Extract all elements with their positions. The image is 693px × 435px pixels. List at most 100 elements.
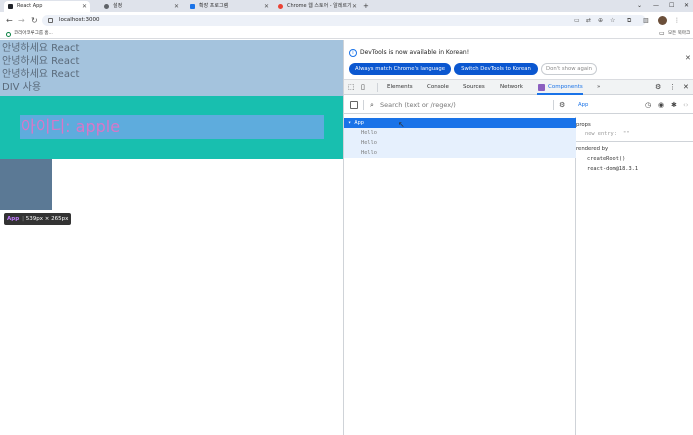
address-bar[interactable]: localhost:3000 bbox=[42, 15, 646, 26]
tab-react-app[interactable]: React App ✕ bbox=[4, 1, 90, 12]
all-bookmarks-link[interactable]: 모든 북마크 bbox=[668, 29, 690, 39]
component-details-panel: App ◷ ◉ ✱ ‹› props new entry: "" rendere… bbox=[576, 96, 693, 435]
props-heading: props bbox=[576, 122, 591, 128]
inspect-eye-icon[interactable]: ◉ bbox=[658, 96, 664, 114]
tab-title: 설정 bbox=[113, 3, 123, 9]
rendered-by-heading: rendered by bbox=[576, 146, 609, 152]
new-tab-button[interactable]: + bbox=[363, 0, 369, 12]
infobar-close-icon[interactable]: ✕ bbox=[685, 53, 691, 63]
folder-icon: ▭ bbox=[659, 30, 665, 37]
devtools-tab-bar: ⬚ ▯ Elements Console Sources Network Com… bbox=[344, 80, 693, 95]
bookmark-item[interactable]: 코리아코루그룹 홈... bbox=[14, 29, 53, 39]
tab-title: Chrome 웹 스토어 - 알레르기 bbox=[287, 3, 352, 9]
new-entry-key[interactable]: new entry: bbox=[585, 130, 617, 138]
divider bbox=[576, 141, 693, 142]
mouse-cursor-icon: ↖ bbox=[398, 120, 405, 129]
rendered-by-item: react-dom@18.3.1 bbox=[587, 166, 639, 172]
side-panel-icon[interactable]: ▥ bbox=[643, 15, 649, 26]
zoom-icon[interactable]: ⊕ bbox=[598, 15, 603, 26]
url-text: localhost:3000 bbox=[59, 17, 100, 23]
bug-icon[interactable]: ✱ bbox=[671, 96, 677, 114]
hello-text: 안녕하세요 React bbox=[2, 43, 80, 54]
more-tabs-icon[interactable]: » bbox=[597, 80, 600, 95]
hello-text: 안녕하세요 React bbox=[2, 56, 80, 67]
gear-icon bbox=[104, 4, 109, 9]
bookmarks-bar: 코리아코루그룹 홈... ▭ 모든 북마크 bbox=[0, 29, 693, 39]
minimize-icon[interactable]: — bbox=[653, 0, 659, 12]
view-source-icon[interactable]: ‹› bbox=[683, 96, 689, 114]
tab-sources[interactable]: Sources bbox=[463, 80, 485, 95]
avatar[interactable] bbox=[658, 16, 667, 25]
reload-icon[interactable]: ↻ bbox=[31, 15, 38, 26]
react-icon bbox=[538, 84, 545, 91]
tab-elements[interactable]: Elements bbox=[387, 80, 413, 95]
hello-container: 안녕하세요 React 안녕하세요 React 안녕하세요 React DIV … bbox=[0, 40, 343, 96]
translate-icon[interactable]: ⇄ bbox=[586, 15, 591, 26]
cast-icon[interactable]: ▭ bbox=[574, 15, 580, 26]
hello-text: 안녕하세요 React bbox=[2, 69, 80, 80]
extensions-icon[interactable]: ⧉ bbox=[627, 15, 631, 26]
tab-search-icon[interactable]: ⌄ bbox=[637, 0, 642, 12]
bookmark-favicon-icon bbox=[6, 32, 11, 37]
react-favicon-icon bbox=[8, 4, 13, 9]
puzzle-icon bbox=[190, 4, 195, 9]
window-close-icon[interactable]: ✕ bbox=[684, 0, 689, 12]
switch-korean-button[interactable]: Switch DevTools to Korean bbox=[454, 63, 538, 75]
tab-console[interactable]: Console bbox=[427, 80, 449, 95]
suspend-icon[interactable]: ◷ bbox=[645, 96, 651, 114]
select-element-icon[interactable] bbox=[350, 101, 358, 109]
tree-item-hello[interactable]: Hello bbox=[344, 128, 576, 138]
tree-item-hello[interactable]: Hello bbox=[344, 138, 576, 148]
close-icon[interactable]: ✕ bbox=[82, 1, 87, 12]
close-icon[interactable]: ✕ bbox=[264, 1, 269, 12]
tree-item-hello[interactable]: Hello bbox=[344, 148, 576, 158]
devtools-close-icon[interactable]: ✕ bbox=[683, 80, 689, 95]
new-entry-value[interactable]: "" bbox=[623, 130, 629, 138]
device-toolbar-icon[interactable]: ▯ bbox=[361, 80, 365, 95]
site-info-icon[interactable] bbox=[48, 18, 53, 23]
forward-icon[interactable]: → bbox=[18, 15, 25, 26]
tab-web-store[interactable]: Chrome 웹 스토어 - 알레르기 ✕ bbox=[274, 1, 360, 12]
components-toolbar: ⌕ ⚙ bbox=[344, 96, 576, 114]
more-options-icon[interactable]: ⋮ bbox=[669, 80, 676, 95]
search-icon: ⌕ bbox=[370, 101, 374, 109]
dont-show-again-button[interactable]: Don't show again bbox=[541, 63, 597, 75]
maximize-icon[interactable]: ☐ bbox=[669, 0, 674, 12]
tab-settings[interactable]: 설정 ✕ bbox=[100, 1, 182, 12]
close-icon[interactable]: ✕ bbox=[174, 1, 179, 12]
tab-components[interactable]: Components bbox=[537, 80, 583, 95]
menu-icon[interactable]: ⋮ bbox=[674, 15, 680, 26]
details-header: App ◷ ◉ ✱ ‹› bbox=[576, 96, 693, 114]
inspect-tooltip: App | 539px × 265px bbox=[4, 213, 72, 225]
tab-extensions[interactable]: 확장 프로그램 ✕ bbox=[186, 1, 272, 12]
component-search-input[interactable] bbox=[380, 99, 550, 111]
tab-title: 확장 프로그램 bbox=[199, 3, 229, 9]
dark-box bbox=[0, 159, 52, 210]
app-highlight-block: 아이디: apple bbox=[0, 96, 343, 159]
div-usage-text: DIV 사용 bbox=[2, 82, 42, 93]
divider bbox=[553, 100, 554, 110]
divider bbox=[363, 100, 364, 110]
selected-component-name: App bbox=[578, 102, 589, 108]
tooltip-component-name: App bbox=[7, 216, 20, 222]
filter-settings-icon[interactable]: ⚙ bbox=[559, 96, 565, 114]
inspect-element-icon[interactable]: ⬚ bbox=[348, 80, 355, 95]
tab-network[interactable]: Network bbox=[500, 80, 523, 95]
bookmark-star-icon[interactable]: ☆ bbox=[610, 15, 615, 26]
tooltip-dimensions: 539px × 265px bbox=[25, 216, 69, 222]
close-icon[interactable]: ✕ bbox=[352, 1, 357, 12]
component-tree: ▾ App Hello Hello Hello ↖ bbox=[344, 117, 576, 435]
web-store-icon bbox=[278, 4, 283, 9]
infobar-message: DevTools is now available in Korean! bbox=[360, 49, 470, 56]
divider bbox=[377, 83, 378, 92]
tree-item-app[interactable]: ▾ App bbox=[344, 118, 576, 128]
match-language-button[interactable]: Always match Chrome's language bbox=[349, 63, 451, 75]
settings-gear-icon[interactable]: ⚙ bbox=[655, 80, 661, 95]
rendered-by-item: createRoot() bbox=[587, 156, 626, 162]
page-viewport: 안녕하세요 React 안녕하세요 React 안녕하세요 React DIV … bbox=[0, 40, 343, 435]
tab-components-label: Components bbox=[548, 84, 583, 90]
back-icon[interactable]: ← bbox=[6, 15, 13, 26]
info-icon: i bbox=[349, 49, 357, 57]
tab-strip: React App ✕ 설정 ✕ 확장 프로그램 ✕ Chrome 웹 스토어 … bbox=[0, 0, 693, 12]
tab-title: React App bbox=[17, 3, 43, 9]
